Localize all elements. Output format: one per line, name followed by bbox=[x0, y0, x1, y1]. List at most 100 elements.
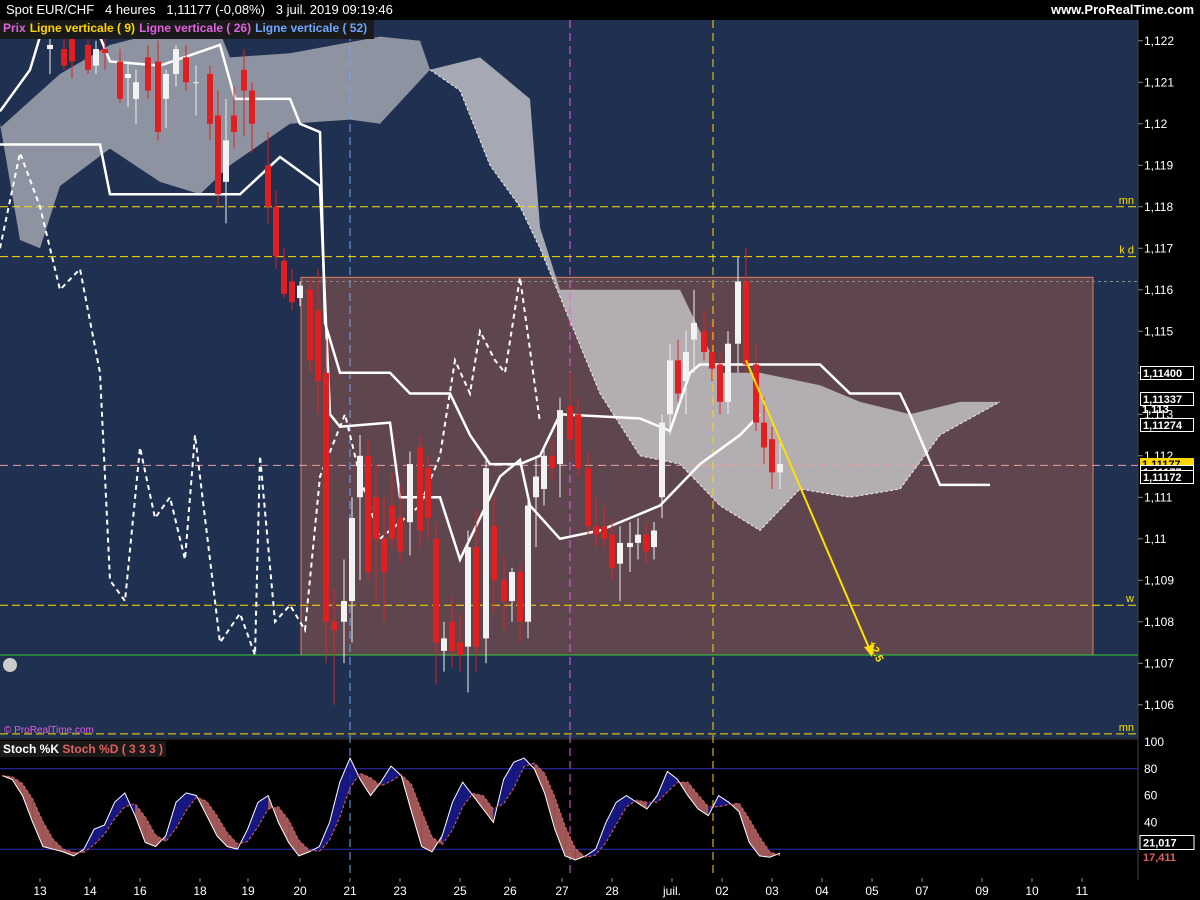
candle-bull bbox=[659, 422, 665, 498]
candle-bull bbox=[557, 410, 563, 465]
candle-bear bbox=[241, 69, 247, 91]
candle-bear bbox=[425, 468, 431, 519]
candle-bear bbox=[207, 73, 213, 124]
x-tick-label: 02 bbox=[715, 884, 729, 898]
timeframe: 4 heures bbox=[104, 2, 156, 17]
stoch-tick-label: 100 bbox=[1144, 735, 1164, 749]
x-tick-label: 09 bbox=[975, 884, 989, 898]
candle-bear bbox=[593, 526, 599, 535]
candle-bull bbox=[357, 455, 363, 498]
legend-item-3[interactable]: Ligne verticale ( 52) bbox=[255, 21, 367, 35]
candle-bear bbox=[281, 260, 287, 294]
candle-bear bbox=[315, 310, 321, 382]
x-tick-label: 16 bbox=[133, 884, 147, 898]
indicator-legend: Prix Ligne verticale ( 9) Ligne verticale … bbox=[0, 20, 375, 39]
last-price: 1,11177 (-0,08%) bbox=[166, 2, 265, 17]
candle-bear bbox=[517, 571, 523, 622]
candle-bear bbox=[675, 360, 681, 394]
x-tick-label: 18 bbox=[193, 884, 207, 898]
candle-bull bbox=[777, 464, 783, 473]
y-tick-label: 1,121 bbox=[1144, 75, 1174, 89]
x-tick-label: 23 bbox=[393, 884, 407, 898]
candle-bull bbox=[651, 530, 657, 548]
candle-bull bbox=[635, 534, 641, 543]
level-label: k d bbox=[1119, 245, 1134, 257]
candle-bear bbox=[433, 538, 439, 643]
x-tick-label: 07 bbox=[915, 884, 929, 898]
y-tick-label: 1,118 bbox=[1144, 200, 1173, 214]
title-bar: Spot EUR/CHF 4 heures 1,11177 (-0,08%) 3… bbox=[0, 0, 1200, 20]
candle-bull bbox=[725, 343, 731, 402]
candle-bull bbox=[341, 601, 347, 622]
candle-bear bbox=[289, 281, 295, 303]
candle-bull bbox=[735, 281, 741, 344]
candle-bull bbox=[533, 476, 539, 498]
x-tick-label: 05 bbox=[865, 884, 879, 898]
candle-bear bbox=[307, 289, 313, 361]
y-tick-label: 1,111 bbox=[1144, 490, 1173, 504]
candle-bear bbox=[717, 364, 723, 402]
candle-bear bbox=[609, 534, 615, 568]
candle-bear bbox=[575, 414, 581, 469]
candle-bear bbox=[709, 352, 715, 369]
stoch-d-label: Stoch %D ( 3 3 3 ) bbox=[62, 742, 164, 756]
price-label-6: 1,11172 bbox=[1140, 469, 1194, 484]
x-tick-label: juil. bbox=[662, 884, 681, 898]
price-label-0: 1,11400 bbox=[1140, 365, 1194, 380]
candle-bear bbox=[61, 49, 67, 66]
candle-bear bbox=[585, 468, 591, 527]
x-tick-label: 10 bbox=[1025, 884, 1039, 898]
watermark: © ProRealTime.com bbox=[4, 725, 94, 736]
level-label: mn bbox=[1119, 195, 1134, 207]
candle-bear bbox=[331, 621, 337, 631]
stoch-tick-label: 40 bbox=[1144, 815, 1158, 829]
candle-bull bbox=[465, 547, 471, 647]
price-label-2: 1,113 bbox=[1142, 404, 1169, 417]
candle-bear bbox=[701, 331, 707, 353]
candle-bear bbox=[381, 538, 387, 572]
candle-bear bbox=[249, 90, 255, 124]
legend-item-1[interactable]: Ligne verticale ( 9) bbox=[30, 21, 135, 35]
candle-bear bbox=[601, 526, 607, 539]
candle-bull bbox=[509, 571, 515, 602]
symbol: Spot EUR/CHF bbox=[6, 2, 95, 17]
site-url[interactable]: www.ProRealTime.com bbox=[1051, 2, 1194, 17]
candle-bear bbox=[753, 364, 759, 423]
candle-bear bbox=[215, 115, 221, 195]
candle-bull bbox=[223, 140, 229, 182]
candle-bull bbox=[163, 73, 169, 99]
candle-bear bbox=[643, 534, 649, 552]
candle-bear bbox=[323, 372, 329, 622]
y-tick-label: 1,115 bbox=[1144, 324, 1173, 338]
legend-item-2[interactable]: Ligne verticale ( 26) bbox=[139, 21, 251, 35]
candle-bull bbox=[133, 82, 139, 99]
candle-bull bbox=[47, 44, 53, 50]
stoch-tick-label: 80 bbox=[1144, 762, 1158, 776]
candle-bull bbox=[441, 638, 447, 651]
candle-bear bbox=[69, 36, 75, 62]
candle-bear bbox=[397, 518, 403, 552]
x-tick-label: 19 bbox=[241, 884, 255, 898]
stochastic-legend: Stoch %K Stoch %D ( 3 3 3 ) bbox=[0, 741, 167, 757]
candle-bear bbox=[373, 497, 379, 539]
y-tick-label: 1,11 bbox=[1144, 532, 1167, 546]
candle-bear bbox=[457, 642, 463, 655]
legend-item-0[interactable]: Prix bbox=[3, 21, 26, 35]
candle-bear bbox=[155, 61, 161, 133]
x-tick-label: 27 bbox=[555, 884, 569, 898]
candle-bear bbox=[273, 206, 279, 257]
y-tick-label: 1,106 bbox=[1144, 698, 1174, 712]
x-tick-label: 25 bbox=[453, 884, 467, 898]
candle-bear bbox=[85, 44, 91, 70]
level-label: mn bbox=[1119, 722, 1134, 734]
x-tick-label: 26 bbox=[503, 884, 517, 898]
y-tick-label: 1,109 bbox=[1144, 573, 1174, 587]
candle-bull bbox=[93, 49, 99, 66]
x-tick-label: 13 bbox=[33, 884, 47, 898]
candle-bear bbox=[265, 165, 271, 207]
candle-bear bbox=[231, 115, 237, 133]
candle-bull bbox=[541, 455, 547, 489]
candle-bear bbox=[417, 447, 423, 531]
header-info: Spot EUR/CHF 4 heures 1,11177 (-0,08%) 3… bbox=[6, 2, 393, 17]
y-tick-label: 1,107 bbox=[1144, 656, 1174, 670]
